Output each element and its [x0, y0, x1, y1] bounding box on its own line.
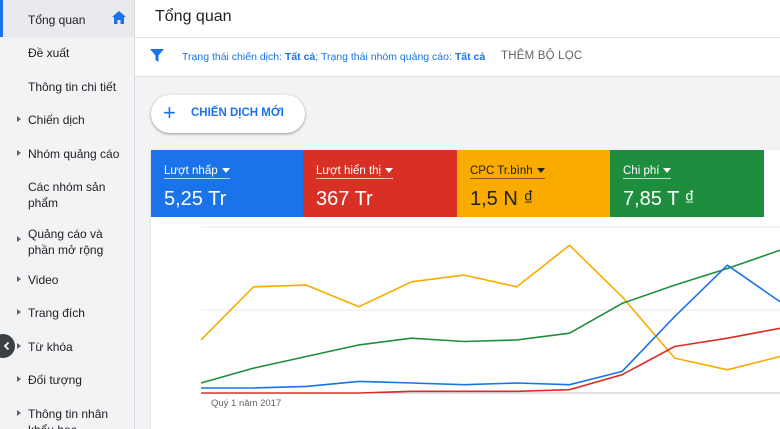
metric-value: 7,85 T ₫ — [623, 188, 695, 210]
metric-name: Chi phí — [623, 165, 660, 177]
dropdown-arrow-icon — [536, 168, 545, 174]
metric-tile-avg-cpc[interactable]: CPC Tr.bình 1,5 N ₫ — [457, 150, 610, 217]
filter-campaign-status-value: Tất cả — [284, 51, 316, 63]
metric-name: Lượt nhấp — [164, 165, 218, 177]
sidebar-item-product-groups[interactable]: Các nhóm sản phẩm — [0, 179, 134, 213]
sidebar-item-label: Nhóm quảng cáo — [28, 147, 120, 161]
metric-tile-clicks[interactable]: Lượt nhấp 5,25 Tr — [151, 150, 303, 217]
sidebar-item-label: Thông tin chi tiết — [28, 80, 117, 94]
page-header: Tổng quan — [135, 0, 780, 37]
sidebar-item-ads-extensions[interactable]: Quảng cáo và phần mở rộng — [0, 226, 134, 260]
home-icon — [112, 11, 126, 24]
dropdown-arrow-icon — [663, 168, 672, 174]
metric-value: 5,25 Tr — [164, 188, 227, 210]
sidebar-item-label: Video — [28, 273, 59, 287]
sidebar-item-label: Trang đích — [28, 306, 85, 320]
performance-card: Lượt nhấp 5,25 Tr Lượt hiển thị 367 Tr C… — [151, 150, 780, 429]
filter-adgroup-status-label: Trạng thái nhóm quảng cáo: — [320, 51, 455, 63]
sidebar-item-campaigns[interactable]: Chiến dịch — [0, 112, 134, 130]
expand-caret-icon — [17, 116, 21, 122]
expand-caret-icon — [17, 150, 21, 156]
expand-caret-icon — [17, 376, 21, 382]
metric-selector[interactable]: Lượt nhấp — [164, 165, 230, 179]
expand-caret-icon — [17, 410, 21, 416]
expand-caret-icon — [17, 343, 21, 349]
page-title: Tổng quan — [155, 8, 232, 25]
sidebar-item-audiences[interactable]: Đối tượng — [0, 372, 134, 390]
sidebar-item-videos[interactable]: Video — [0, 272, 134, 290]
series-line-1 — [200, 249, 780, 384]
sidebar-item-insights[interactable]: Thông tin chi tiết — [0, 79, 134, 97]
metric-selector[interactable]: Chi phí — [623, 165, 672, 179]
metric-tile-impressions[interactable]: Lượt hiển thị 367 Tr — [303, 150, 457, 217]
dropdown-arrow-icon — [221, 168, 230, 174]
sidebar-item-label: Đề xuất — [28, 46, 70, 60]
expand-caret-icon — [17, 236, 21, 242]
x-axis-period-label: Quý 1 năm 2017 — [211, 398, 282, 409]
expand-caret-icon — [17, 276, 21, 282]
active-filters[interactable]: Trạng thái chiến dịch: Tất cả; Trạng thá… — [182, 51, 485, 63]
sidebar-item-recommendations[interactable]: Đề xuất — [0, 45, 134, 63]
metric-value: 367 Tr — [316, 188, 373, 210]
filter-bar: Trạng thái chiến dịch: Tất cả; Trạng thá… — [135, 37, 780, 77]
sidebar-item-label: Chiến dịch — [28, 113, 85, 127]
metric-value: 1,5 N ₫ — [470, 188, 534, 210]
sidebar-item-label: Đối tượng — [28, 373, 82, 387]
series-line-2 — [201, 264, 780, 389]
dropdown-arrow-icon — [385, 168, 394, 174]
filter-icon[interactable] — [150, 49, 164, 63]
sidebar-item-keywords[interactable]: Từ khóa — [0, 339, 134, 357]
filter-adgroup-status-value: Tất cả — [454, 51, 486, 63]
metric-name: CPC Tr.bình — [470, 165, 533, 177]
expand-caret-icon — [17, 309, 21, 315]
new-campaign-label: CHIẾN DỊCH MỚI — [191, 107, 284, 119]
metric-selector[interactable]: CPC Tr.bình — [470, 165, 545, 179]
filter-campaign-status-label: Trạng thái chiến dịch: — [182, 51, 285, 63]
add-filter-button[interactable]: THÊM BỘ LỌC — [501, 50, 582, 62]
new-campaign-button[interactable]: + CHIẾN DỊCH MỚI — [151, 95, 305, 133]
sidebar-item-landing-pages[interactable]: Trang đích — [0, 305, 134, 323]
sidebar-item-demographics[interactable]: Thông tin nhân khẩu học — [0, 406, 134, 429]
series-line-0 — [200, 244, 780, 371]
chevron-left-icon — [3, 341, 10, 351]
sidebar-item-overview[interactable]: Tổng quan — [0, 0, 134, 37]
sidebar-item-ad-groups[interactable]: Nhóm quảng cáo — [0, 146, 134, 164]
sidebar: Tổng quan Đề xuất Thông tin chi tiết Chi… — [0, 0, 135, 429]
metric-tile-cost[interactable]: Chi phí 7,85 T ₫ — [610, 150, 764, 217]
sidebar-item-label: Quảng cáo và phần mở rộng — [28, 227, 104, 257]
metric-name: Lượt hiển thị — [316, 165, 382, 177]
plus-icon: + — [163, 100, 176, 125]
sidebar-item-label: Các nhóm sản phẩm — [28, 180, 106, 210]
sidebar-item-label: Thông tin nhân khẩu học — [28, 407, 109, 429]
metric-selector[interactable]: Lượt hiển thị — [316, 165, 394, 179]
sidebar-item-label: Từ khóa — [28, 340, 73, 354]
